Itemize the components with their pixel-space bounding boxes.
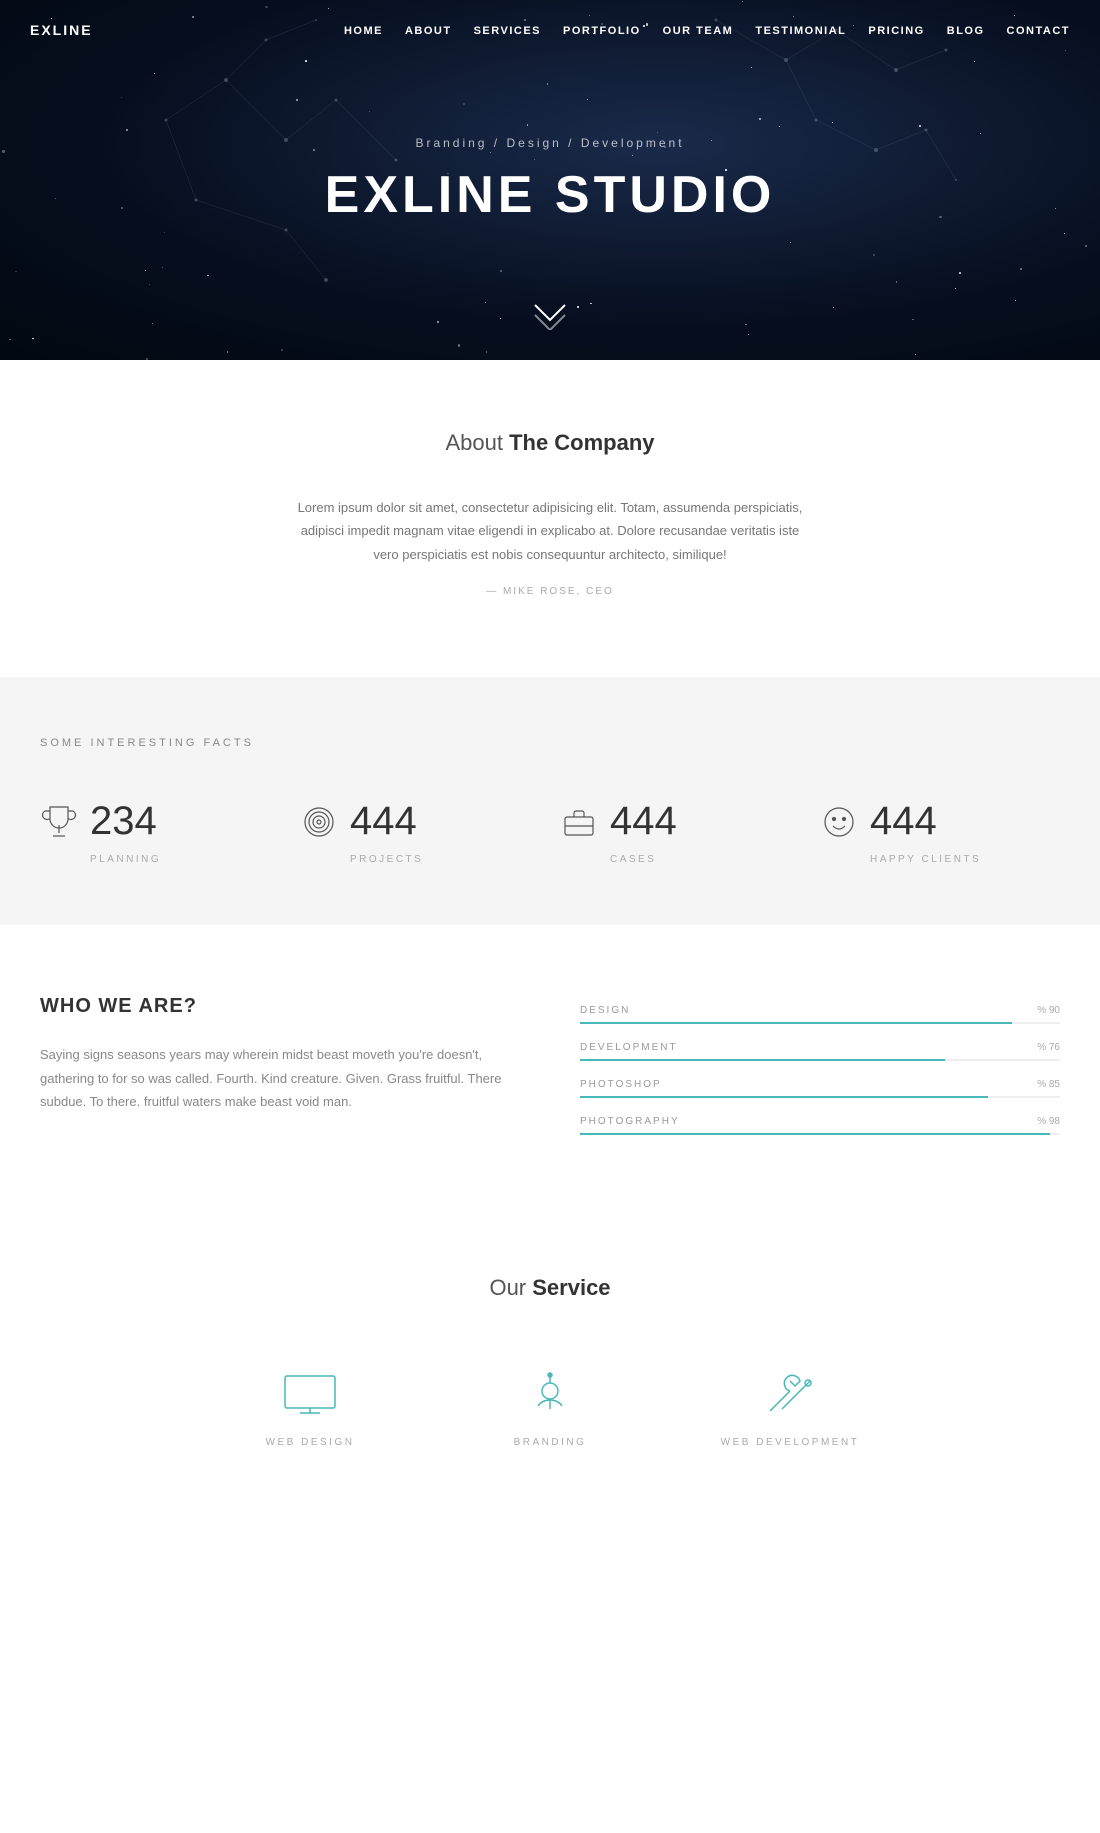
hero-content: Branding / Design / Development EXLINE S… (325, 136, 776, 225)
skill-bar-background (580, 1059, 1060, 1061)
branding-icon (520, 1371, 580, 1421)
fact-label-projects: PROJECTS (350, 854, 423, 865)
fact-item-clients: 444 HAPPY CLIENTS (820, 799, 1060, 865)
facts-section: SOME INTERESTING FACTS 234 PLANNING (0, 677, 1100, 925)
nav-item: ABOUT (405, 21, 452, 39)
fact-item-cases: 444 CASES (560, 799, 800, 865)
skill-bar-background (580, 1096, 1060, 1098)
services-title-plain: Our (489, 1275, 532, 1300)
skill-header: DESIGN % 90 (580, 1005, 1060, 1016)
navbar-logo[interactable]: EXLINE (30, 22, 93, 38)
skill-name: DESIGN (580, 1005, 630, 1016)
nav-item: CONTACT (1007, 21, 1070, 39)
nav-link[interactable]: ABOUT (405, 25, 452, 37)
fact-top-clients: 444 (820, 799, 937, 844)
fact-top-projects: 444 (300, 799, 417, 844)
about-title-plain: About (445, 430, 509, 455)
hero-title: EXLINE STUDIO (325, 165, 776, 225)
fact-top-cases: 444 (560, 799, 677, 844)
service-item-webdesign: WEB DESIGN (200, 1371, 420, 1448)
who-we-are: WHO WE ARE? Saying signs seasons years m… (40, 995, 520, 1113)
skills-list: DESIGN % 90 DEVELOPMENT % 76 PHOTOSHOP %… (580, 995, 1060, 1135)
skill-item: PHOTOSHOP % 85 (580, 1079, 1060, 1098)
skill-bar-fill (580, 1133, 1050, 1135)
nav-item: HOME (344, 21, 383, 39)
skill-item: DESIGN % 90 (580, 1005, 1060, 1024)
skill-header: DEVELOPMENT % 76 (580, 1042, 1060, 1053)
skill-percent: % 90 (1037, 1005, 1060, 1016)
target-icon (300, 803, 338, 841)
smiley-icon (820, 803, 858, 841)
hero-subtitle: Branding / Design / Development (325, 136, 776, 150)
about-section: About The Company Lorem ipsum dolor sit … (0, 360, 1100, 677)
skill-bar-fill (580, 1022, 1012, 1024)
skill-percent: % 85 (1037, 1079, 1060, 1090)
service-label-webdesign: WEB DESIGN (266, 1437, 355, 1448)
skill-name: PHOTOGRAPHY (580, 1116, 680, 1127)
nav-item: BLOG (947, 21, 985, 39)
services-section: Our Service WEB DESIGN (0, 1205, 1100, 1508)
nav-item: PRICING (868, 21, 924, 39)
service-label-branding: BRANDING (514, 1437, 587, 1448)
fact-label-clients: HAPPY CLIENTS (870, 854, 981, 865)
nav-link[interactable]: BLOG (947, 25, 985, 37)
skill-name: PHOTOSHOP (580, 1079, 662, 1090)
service-label-webdev: WEB DEVELOPMENT (721, 1437, 860, 1448)
skill-percent: % 98 (1037, 1116, 1060, 1127)
nav-link[interactable]: SERVICES (474, 25, 541, 37)
navbar: EXLINE HOME ABOUT SERVICES PORTFOLIO OUR TEA… (0, 0, 1100, 60)
nav-item: SERVICES (474, 21, 541, 39)
fact-item-projects: 444 PROJECTS (300, 799, 540, 865)
facts-grid: 234 PLANNING 444 PROJECTS (40, 799, 1060, 865)
skill-bar-fill (580, 1096, 988, 1098)
about-title: About The Company (40, 430, 1060, 456)
fact-label-planning: PLANNING (90, 854, 161, 865)
tools-icon (760, 1371, 820, 1421)
services-title-bold: Service (532, 1275, 610, 1300)
fact-number-clients: 444 (870, 799, 937, 844)
nav-link[interactable]: CONTACT (1007, 25, 1070, 37)
nav-link[interactable]: PRICING (868, 25, 924, 37)
monitor-icon (280, 1371, 340, 1421)
services-grid: WEB DESIGN BRANDING (200, 1371, 900, 1448)
nav-item: PORTFOLIO (563, 21, 641, 39)
skill-bar-background (580, 1022, 1060, 1024)
skill-header: PHOTOGRAPHY % 98 (580, 1116, 1060, 1127)
skill-item: PHOTOGRAPHY % 98 (580, 1116, 1060, 1135)
skill-header: PHOTOSHOP % 85 (580, 1079, 1060, 1090)
skill-percent: % 76 (1037, 1042, 1060, 1053)
who-title: WHO WE ARE? (40, 995, 520, 1018)
briefcase-icon (560, 803, 598, 841)
skills-section: WHO WE ARE? Saying signs seasons years m… (0, 925, 1100, 1205)
who-text: Saying signs seasons years may wherein m… (40, 1043, 520, 1113)
fact-top-planning: 234 (40, 799, 157, 844)
fact-number-planning: 234 (90, 799, 157, 844)
fact-number-projects: 444 (350, 799, 417, 844)
service-item-webdev: WEB DEVELOPMENT (680, 1371, 900, 1448)
skill-bar-background (580, 1133, 1060, 1135)
facts-heading: SOME INTERESTING FACTS (40, 737, 1060, 749)
fact-number-cases: 444 (610, 799, 677, 844)
about-author: — MIKE ROSE, CEO (40, 586, 1060, 597)
about-title-bold: The Company (509, 430, 654, 455)
fact-item-planning: 234 PLANNING (40, 799, 280, 865)
nav-link[interactable]: PORTFOLIO (563, 25, 641, 37)
nav-link[interactable]: TESTIMONIAL (755, 25, 846, 37)
nav-item: TESTIMONIAL (755, 21, 846, 39)
skill-bar-fill (580, 1059, 945, 1061)
fact-label-cases: CASES (610, 854, 656, 865)
nav-link[interactable]: HOME (344, 25, 383, 37)
hero-scroll-arrow[interactable] (530, 300, 570, 335)
about-body: Lorem ipsum dolor sit amet, consectetur … (290, 496, 810, 566)
nav-link[interactable]: OUR TEAM (663, 25, 734, 37)
trophy-icon (40, 803, 78, 841)
services-title: Our Service (40, 1275, 1060, 1301)
nav-menu: HOME ABOUT SERVICES PORTFOLIO OUR TEAM TESTIM… (344, 21, 1070, 39)
skill-item: DEVELOPMENT % 76 (580, 1042, 1060, 1061)
service-item-branding: BRANDING (440, 1371, 660, 1448)
nav-item: OUR TEAM (663, 21, 734, 39)
skill-name: DEVELOPMENT (580, 1042, 678, 1053)
